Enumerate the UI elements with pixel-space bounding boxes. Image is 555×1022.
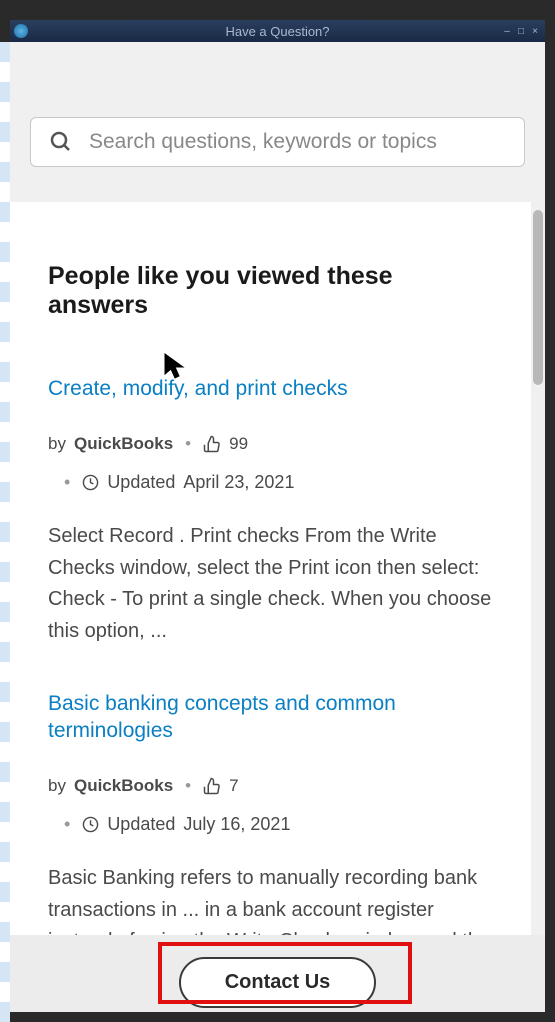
search-box[interactable] — [30, 117, 525, 167]
thumbs-up-icon — [203, 777, 221, 795]
updated-label: Updated — [107, 814, 175, 835]
clock-icon — [82, 816, 99, 833]
meta-separator: • — [185, 776, 191, 796]
article-excerpt: Select Record . Print checks From the Wr… — [48, 521, 493, 647]
content-wrapper: People like you viewed these answers Cre… — [10, 202, 545, 935]
app-icon — [14, 24, 28, 38]
minimize-button[interactable]: – — [501, 26, 513, 37]
article-meta: by QuickBooks • 99 — [48, 434, 493, 454]
search-icon — [49, 130, 73, 154]
updated-date: April 23, 2021 — [183, 472, 294, 493]
content-area: People like you viewed these answers Cre… — [10, 202, 531, 935]
author-name: QuickBooks — [74, 776, 173, 796]
titlebar: Have a Question? – □ × — [10, 20, 545, 42]
close-button[interactable]: × — [529, 26, 541, 37]
app-frame: Have a Question? – □ × People like you v… — [0, 0, 555, 1022]
by-label: by — [48, 776, 66, 796]
window-title: Have a Question? — [225, 24, 329, 39]
updated-label: Updated — [107, 472, 175, 493]
article-link[interactable]: Basic banking concepts and common termin… — [48, 690, 493, 745]
meta-separator: • — [64, 472, 70, 493]
by-label: by — [48, 434, 66, 454]
meta-separator: • — [64, 814, 70, 835]
article-meta-row2: • Updated April 23, 2021 — [60, 472, 493, 493]
article-link[interactable]: Create, modify, and print checks — [48, 375, 493, 402]
footer: Contact Us — [10, 935, 545, 1012]
article-meta: by QuickBooks • 7 — [48, 776, 493, 796]
window-controls: – □ × — [501, 26, 541, 37]
article-meta-row2: • Updated July 16, 2021 — [60, 814, 493, 835]
section-heading: People like you viewed these answers — [48, 262, 493, 320]
meta-separator: • — [185, 434, 191, 454]
help-window: People like you viewed these answers Cre… — [10, 42, 545, 1012]
thumbs-up-icon — [203, 435, 221, 453]
like-count: 99 — [229, 434, 248, 454]
updated-date: July 16, 2021 — [183, 814, 290, 835]
author-name: QuickBooks — [74, 434, 173, 454]
scrollbar-thumb[interactable] — [533, 210, 543, 385]
like-count: 7 — [229, 776, 238, 796]
article-excerpt: Basic Banking refers to manually recordi… — [48, 863, 493, 935]
search-area — [10, 42, 545, 202]
article-item: Create, modify, and print checks by Quic… — [48, 375, 493, 648]
article-item: Basic banking concepts and common termin… — [48, 690, 493, 935]
scrollbar[interactable] — [531, 202, 545, 935]
background-stripes — [0, 42, 10, 1022]
contact-us-button[interactable]: Contact Us — [179, 957, 377, 1008]
clock-icon — [82, 474, 99, 491]
search-input[interactable] — [89, 130, 506, 154]
maximize-button[interactable]: □ — [515, 26, 527, 37]
